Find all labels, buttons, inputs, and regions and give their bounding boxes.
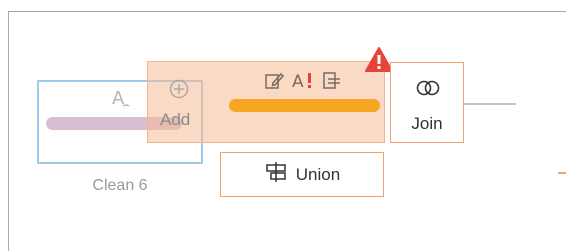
clean-step-icon: A — [109, 86, 133, 110]
svg-text:A: A — [292, 72, 304, 92]
union-step-node[interactable]: Union — [220, 152, 384, 197]
warning-triangle-icon[interactable] — [365, 46, 393, 74]
clean-step-label: Clean 6 — [92, 177, 148, 194]
flow-connector-line — [464, 103, 516, 105]
join-step-label: Join — [411, 114, 443, 133]
add-step-label[interactable]: Add — [160, 110, 190, 130]
join-icon — [414, 79, 442, 97]
union-icon — [264, 161, 288, 188]
flow-connector-stub — [558, 172, 566, 174]
edit-icon[interactable] — [263, 70, 285, 94]
clean-warning-icon[interactable]: A — [291, 70, 315, 94]
output-icon[interactable] — [321, 70, 343, 94]
step-progress-bar — [229, 99, 380, 112]
step-toolbar: A — [263, 70, 343, 94]
union-step-label: Union — [295, 164, 341, 184]
plus-circle-icon[interactable] — [168, 78, 190, 100]
